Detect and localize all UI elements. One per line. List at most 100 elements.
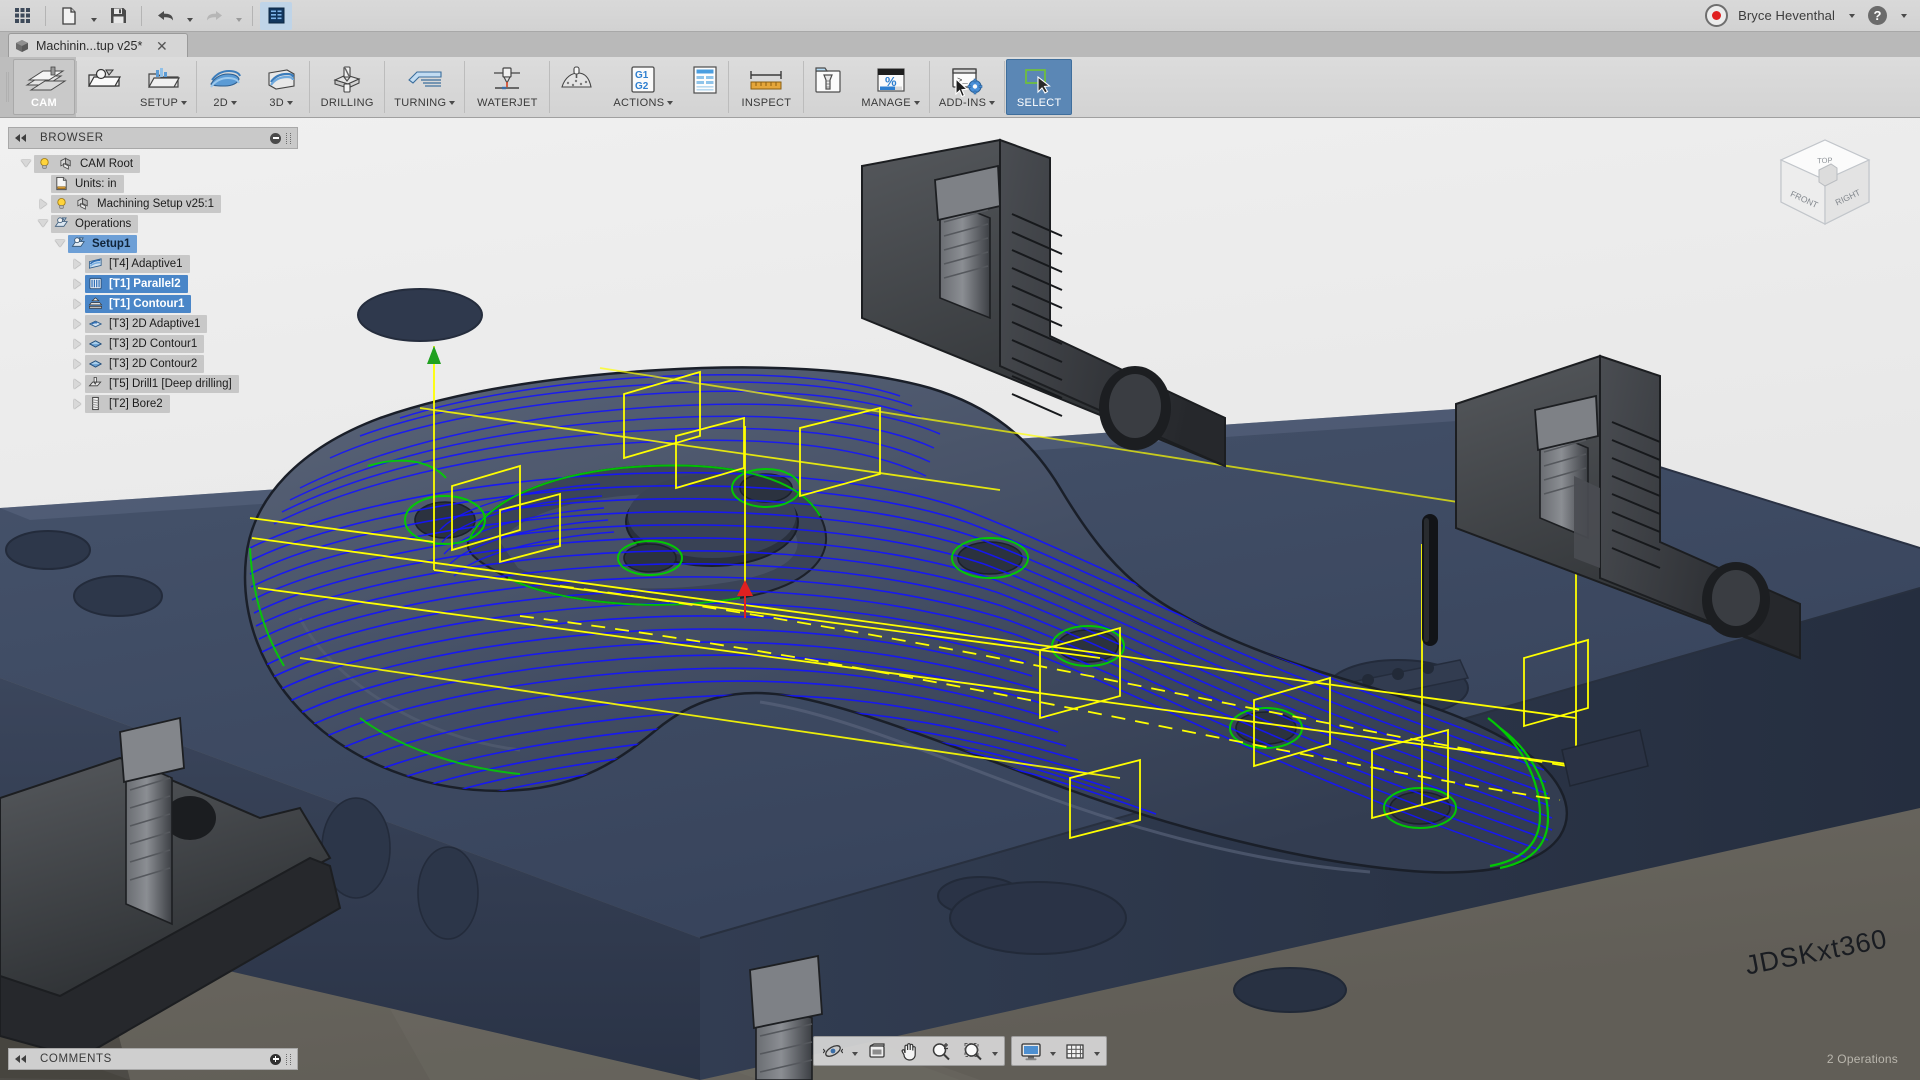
tree-row[interactable]: CAM Root <box>8 154 298 173</box>
display-settings-group <box>1011 1036 1107 1066</box>
zoom-window-dropdown[interactable] <box>989 1039 1001 1063</box>
add-comment-icon[interactable] <box>270 1053 281 1065</box>
orbit-dropdown[interactable] <box>849 1039 861 1063</box>
drilling-button[interactable]: DRILLING <box>311 59 383 115</box>
setup-menu-button[interactable]: SETUP <box>132 59 195 115</box>
manage-button[interactable]: % MANAGE <box>853 59 927 115</box>
app-grid-button[interactable] <box>6 2 38 30</box>
zoom-window-button[interactable] <box>957 1038 989 1064</box>
close-icon[interactable]: ✕ <box>154 38 169 53</box>
tree-row[interactable]: [T1] Parallel2 <box>8 274 298 293</box>
new-setup-button[interactable] <box>78 59 130 115</box>
simulate-button[interactable] <box>551 59 603 115</box>
display-settings-dropdown[interactable] <box>1047 1039 1059 1063</box>
setup-text: SETUP <box>140 97 179 109</box>
tree-item-t3-2d-contour1[interactable]: [T3] 2D Contour1 <box>85 334 205 353</box>
tree-item-setup1[interactable]: Setup1 <box>68 234 138 253</box>
redo-button[interactable] <box>198 2 230 30</box>
tree-row[interactable]: [T5] Drill1 [Deep drilling] <box>8 374 298 393</box>
collapse-arrow-icon[interactable] <box>18 154 34 173</box>
tree-item-label: Setup1 <box>92 237 131 250</box>
expand-arrow-icon[interactable] <box>69 334 85 353</box>
browser-collapse-icon[interactable] <box>15 134 26 142</box>
undo-button[interactable] <box>149 2 181 30</box>
zoom-button[interactable] <box>925 1038 957 1064</box>
tree-row[interactable]: Operations <box>8 214 298 233</box>
tree-row[interactable]: Setup1 <box>8 234 298 253</box>
tree-row[interactable]: [T4] Adaptive1 <box>8 254 298 273</box>
collapse-all-icon[interactable] <box>270 132 281 144</box>
comments-panel[interactable]: COMMENTS <box>8 1048 298 1070</box>
collapse-arrow-icon[interactable] <box>52 234 68 253</box>
help-button[interactable]: ? <box>1868 6 1887 25</box>
inspect-button[interactable]: INSPECT <box>730 59 802 115</box>
user-menu-dropdown[interactable] <box>1845 6 1858 26</box>
tree-row[interactable]: [T3] 2D Contour2 <box>8 354 298 373</box>
addins-button[interactable]: >_ ADD-INS <box>931 59 1003 115</box>
tree-item-t5-drill1-deep-drilling[interactable]: [T5] Drill1 [Deep drilling] <box>85 374 239 393</box>
expand-arrow-icon[interactable] <box>69 354 85 373</box>
tool-library-button[interactable] <box>805 59 851 115</box>
lightbulb-icon[interactable] <box>36 155 53 172</box>
tree-item-t1-parallel2[interactable]: [T1] Parallel2 <box>85 274 188 293</box>
chevron-down-icon <box>667 101 674 105</box>
tree-item-t3-2d-adaptive1[interactable]: [T3] 2D Adaptive1 <box>85 314 208 333</box>
tree-item-t3-2d-contour2[interactable]: [T3] 2D Contour2 <box>85 354 205 373</box>
post-process-button[interactable]: G1 G2 ACTIONS <box>605 59 681 115</box>
setup-list-button[interactable] <box>260 1 292 30</box>
expand-arrow-icon[interactable] <box>35 194 51 213</box>
grid-snaps-button[interactable] <box>1059 1038 1091 1064</box>
ribbon-group-manage: % MANAGE <box>804 57 928 117</box>
tree-row[interactable]: Machining Setup v25:1 <box>8 194 298 213</box>
document-tab-bar: Machinin...tup v25* ✕ <box>0 32 1920 58</box>
new-file-dropdown[interactable] <box>87 3 100 29</box>
expand-arrow-icon[interactable] <box>69 274 85 293</box>
help-dropdown[interactable] <box>1897 6 1910 26</box>
lightbulb-icon[interactable] <box>53 195 70 212</box>
pan-button[interactable] <box>893 1038 925 1064</box>
qat-divider-2 <box>141 5 142 26</box>
tree-item-cam-root[interactable]: CAM Root <box>34 154 141 173</box>
2d-toolpath-button[interactable]: 2D <box>198 59 252 115</box>
panel-resize-grip[interactable] <box>286 132 291 144</box>
tree-row[interactable]: [T3] 2D Contour1 <box>8 334 298 353</box>
tree-row[interactable]: Units: in <box>8 174 298 193</box>
grid-snaps-dropdown[interactable] <box>1091 1039 1103 1063</box>
cam-workspace-button[interactable]: CAM <box>13 59 75 115</box>
expand-arrow-icon[interactable] <box>69 314 85 333</box>
new-file-button[interactable] <box>53 2 85 30</box>
3d-toolpath-button[interactable]: 3D <box>254 59 308 115</box>
select-button[interactable]: SELECT <box>1006 59 1073 115</box>
tree-row[interactable]: [T3] 2D Adaptive1 <box>8 314 298 333</box>
tree-row[interactable]: [T1] Contour1 <box>8 294 298 313</box>
expand-arrow-icon[interactable] <box>69 394 85 413</box>
tree-item-units-in[interactable]: Units: in <box>51 174 124 193</box>
display-settings-button[interactable] <box>1015 1038 1047 1064</box>
expand-arrow-icon[interactable] <box>69 374 85 393</box>
tree-item-machining-setup-v25-1[interactable]: Machining Setup v25:1 <box>51 194 221 213</box>
tree-item-t2-bore2[interactable]: [T2] Bore2 <box>85 394 170 413</box>
waterjet-button[interactable]: WATERJET <box>466 59 548 115</box>
inspect-label: INSPECT <box>741 97 792 109</box>
undo-dropdown[interactable] <box>183 3 196 29</box>
tree-item-t4-adaptive1[interactable]: [T4] Adaptive1 <box>85 254 190 273</box>
viewcube[interactable]: TOP FRONT RIGHT <box>1765 130 1885 240</box>
document-tab[interactable]: Machinin...tup v25* ✕ <box>8 33 188 57</box>
comments-collapse-icon[interactable] <box>15 1055 26 1063</box>
save-button[interactable] <box>102 2 134 30</box>
look-at-button[interactable] <box>861 1038 893 1064</box>
comments-resize-grip[interactable] <box>286 1053 291 1065</box>
record-button[interactable] <box>1705 4 1729 27</box>
tree-row[interactable]: [T2] Bore2 <box>8 394 298 413</box>
collapse-arrow-icon[interactable] <box>35 214 51 233</box>
viewcube-top-label[interactable]: TOP <box>1817 156 1833 166</box>
3d-viewport[interactable]: BROWSER CAM Root Units: in Machining Setup… <box>0 118 1920 1080</box>
redo-dropdown[interactable] <box>232 3 245 29</box>
tree-item-t1-contour1[interactable]: [T1] Contour1 <box>85 294 192 313</box>
setup-sheet-button[interactable] <box>683 59 727 115</box>
expand-arrow-icon[interactable] <box>69 294 85 313</box>
orbit-button[interactable] <box>817 1038 849 1064</box>
tree-item-operations[interactable]: Operations <box>51 214 139 233</box>
turning-button[interactable]: TURNING <box>386 59 463 115</box>
expand-arrow-icon[interactable] <box>69 254 85 273</box>
